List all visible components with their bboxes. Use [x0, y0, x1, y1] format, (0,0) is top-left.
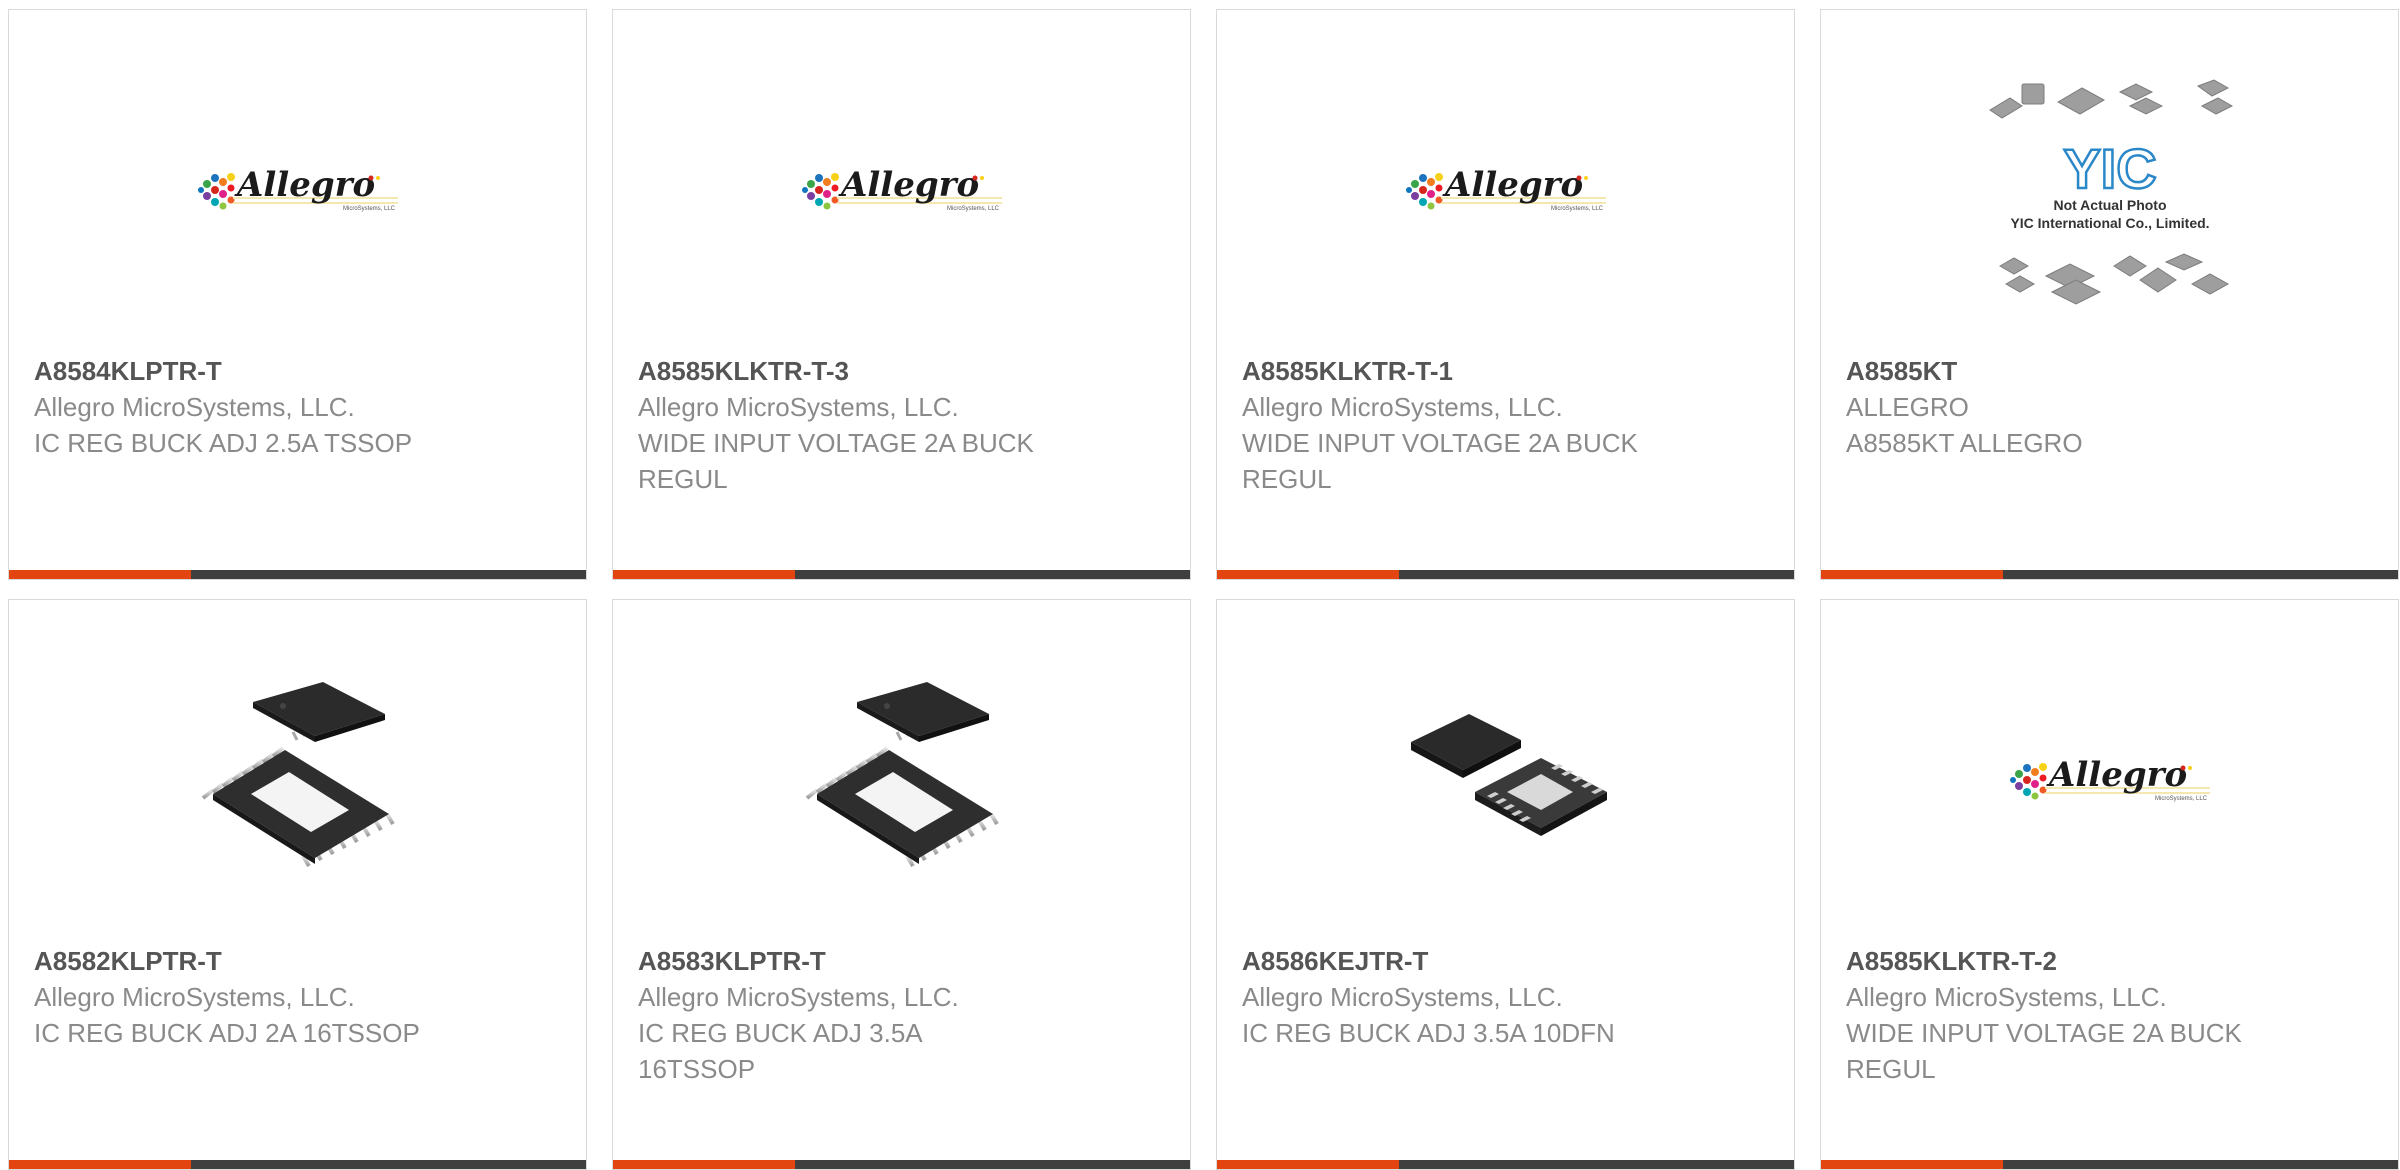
chip-top-icon	[252, 682, 385, 742]
allegro-logo-image: Allegro MicroSystems, LLC	[1405, 165, 1606, 212]
product-card[interactable]: Allegro MicroSystems, LLC A8584KLPTR-T Al…	[8, 9, 587, 580]
card-accent-bar	[1821, 570, 2003, 579]
card-footer-bar	[613, 1160, 1190, 1169]
svg-text:MicroSystems, LLC: MicroSystems, LLC	[1551, 206, 1604, 212]
dfn-top-icon	[1410, 714, 1521, 778]
svg-text:Allegro: Allegro	[2046, 755, 2187, 795]
svg-text:Allegro: Allegro	[1442, 165, 1583, 205]
product-image[interactable]	[1217, 660, 1794, 900]
tssop-chip-image	[805, 682, 999, 868]
product-card[interactable]: A8583KLPTR-T Allegro MicroSystems, LLC. IC…	[612, 599, 1191, 1170]
product-info: A8585KLKTR-T-3 Allegro MicroSystems, LLC.…	[638, 353, 1170, 497]
product-card[interactable]: Allegro MicroSystems, LLC A8585KLKTR-T-2…	[1820, 599, 2399, 1170]
product-info: A8583KLPTR-T Allegro MicroSystems, LLC. IC…	[638, 943, 1170, 1087]
product-image[interactable]: Allegro MicroSystems, LLC	[1821, 660, 2398, 900]
product-info: A8582KLPTR-T Allegro MicroSystems, LLC. IC…	[34, 943, 566, 1051]
manufacturer-name: Allegro MicroSystems, LLC.	[34, 392, 355, 422]
product-image[interactable]: Allegro MicroSystems, LLC	[1217, 70, 1794, 310]
chip-top-icon	[856, 682, 989, 742]
chip-bottom-icon	[201, 746, 395, 868]
manufacturer-name: Allegro MicroSystems, LLC.	[638, 982, 959, 1012]
product-info: A8585KLKTR-T-2 Allegro MicroSystems, LLC.…	[1846, 943, 2378, 1087]
product-image[interactable]: YIC Not Actual Photo YIC International C…	[1821, 70, 2398, 310]
product-description: WIDE INPUT VOLTAGE 2A BUCK REGUL	[1242, 428, 1638, 494]
product-image[interactable]: Allegro MicroSystems, LLC	[613, 70, 1190, 310]
card-accent-bar	[9, 570, 191, 579]
rainbow-dots-icon	[2009, 763, 2047, 800]
part-number-link[interactable]: A8585KT	[1846, 353, 2378, 389]
product-description: IC REG BUCK ADJ 3.5A 10DFN	[1242, 1018, 1615, 1048]
card-accent-bar	[1217, 570, 1399, 579]
product-info: A8585KLKTR-T-1 Allegro MicroSystems, LLC.…	[1242, 353, 1774, 497]
product-description: WIDE INPUT VOLTAGE 2A BUCK REGUL	[1846, 1018, 2242, 1084]
product-grid: Allegro MicroSystems, LLC A8584KLPTR-T Al…	[8, 9, 2399, 1170]
allegro-logo-image: Allegro MicroSystems, LLC	[197, 165, 398, 212]
part-number-link[interactable]: A8585KLKTR-T-3	[638, 353, 1170, 389]
product-description: A8585KT ALLEGRO	[1846, 428, 2083, 458]
part-number-link[interactable]: A8582KLPTR-T	[34, 943, 566, 979]
card-footer-bar	[1821, 1160, 2398, 1169]
product-image[interactable]	[9, 660, 586, 900]
manufacturer-name: Allegro MicroSystems, LLC.	[638, 392, 959, 422]
card-footer-bar	[1217, 1160, 1794, 1169]
manufacturer-name: Allegro MicroSystems, LLC.	[34, 982, 355, 1012]
card-footer-bar	[1217, 570, 1794, 579]
card-accent-bar	[613, 570, 795, 579]
manufacturer-name: Allegro MicroSystems, LLC.	[1242, 982, 1563, 1012]
chip-bottom-icon	[805, 746, 999, 868]
product-info: A8584KLPTR-T Allegro MicroSystems, LLC. IC…	[34, 353, 566, 461]
product-image[interactable]: Allegro MicroSystems, LLC	[9, 70, 586, 310]
svg-text:Not Actual Photo: Not Actual Photo	[2053, 197, 2166, 213]
card-footer-bar	[9, 570, 586, 579]
card-accent-bar	[9, 1160, 191, 1169]
allegro-logo-image: Allegro MicroSystems, LLC	[801, 165, 1002, 212]
product-card[interactable]: Allegro MicroSystems, LLC A8585KLKTR-T-3…	[612, 9, 1191, 580]
svg-text:Allegro: Allegro	[234, 165, 375, 205]
product-description: IC REG BUCK ADJ 2A 16TSSOP	[34, 1018, 420, 1048]
rainbow-dots-icon	[1405, 173, 1443, 210]
part-number-link[interactable]: A8583KLPTR-T	[638, 943, 1170, 979]
svg-text:YIC International Co., Limited: YIC International Co., Limited.	[2010, 215, 2209, 231]
part-number-link[interactable]: A8585KLKTR-T-2	[1846, 943, 2378, 979]
product-card[interactable]: A8582KLPTR-T Allegro MicroSystems, LLC. IC…	[8, 599, 587, 1170]
product-image[interactable]	[613, 660, 1190, 900]
svg-text:YIC: YIC	[2063, 137, 2156, 200]
card-accent-bar	[1217, 1160, 1399, 1169]
allegro-logo-image: Allegro MicroSystems, LLC	[2009, 755, 2210, 802]
svg-text:Allegro: Allegro	[838, 165, 979, 205]
product-info: A8585KT ALLEGRO A8585KT ALLEGRO	[1846, 353, 2378, 461]
svg-text:MicroSystems, LLC: MicroSystems, LLC	[947, 206, 1000, 212]
manufacturer-name: Allegro MicroSystems, LLC.	[1242, 392, 1563, 422]
rainbow-dots-icon	[801, 173, 839, 210]
product-info: A8586KEJTR-T Allegro MicroSystems, LLC. IC…	[1242, 943, 1774, 1051]
card-footer-bar	[1821, 570, 2398, 579]
dfn-chip-image	[1410, 714, 1607, 836]
rainbow-dots-icon	[197, 173, 235, 210]
tssop-chip-image	[201, 682, 395, 868]
yic-placeholder-image: YIC Not Actual Photo YIC International C…	[1988, 79, 2233, 305]
card-footer-bar	[613, 570, 1190, 579]
product-card[interactable]: YIC Not Actual Photo YIC International C…	[1820, 9, 2399, 580]
svg-text:MicroSystems, LLC: MicroSystems, LLC	[2155, 796, 2208, 802]
product-card[interactable]: A8586KEJTR-T Allegro MicroSystems, LLC. IC…	[1216, 599, 1795, 1170]
product-description: IC REG BUCK ADJ 3.5A 16TSSOP	[638, 1018, 922, 1084]
product-card[interactable]: Allegro MicroSystems, LLC A8585KLKTR-T-1…	[1216, 9, 1795, 580]
svg-text:MicroSystems, LLC: MicroSystems, LLC	[343, 206, 396, 212]
card-accent-bar	[1821, 1160, 2003, 1169]
part-number-link[interactable]: A8586KEJTR-T	[1242, 943, 1774, 979]
dfn-bottom-icon	[1474, 758, 1607, 836]
manufacturer-name: Allegro MicroSystems, LLC.	[1846, 982, 2167, 1012]
card-footer-bar	[9, 1160, 586, 1169]
card-accent-bar	[613, 1160, 795, 1169]
product-description: WIDE INPUT VOLTAGE 2A BUCK REGUL	[638, 428, 1034, 494]
product-description: IC REG BUCK ADJ 2.5A TSSOP	[34, 428, 413, 458]
part-number-link[interactable]: A8584KLPTR-T	[34, 353, 566, 389]
part-number-link[interactable]: A8585KLKTR-T-1	[1242, 353, 1774, 389]
manufacturer-name: ALLEGRO	[1846, 392, 1969, 422]
